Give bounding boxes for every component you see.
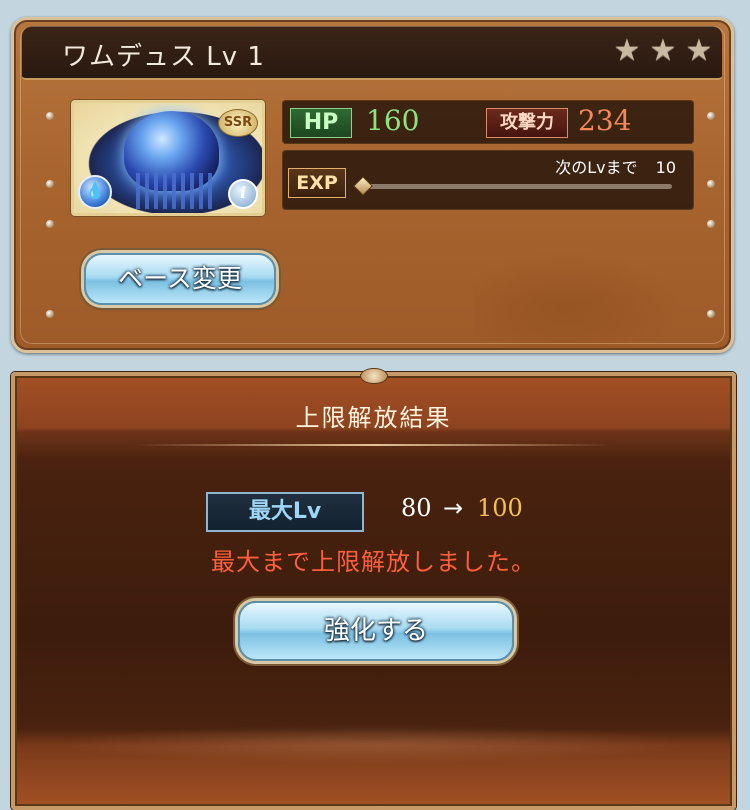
limit-break-result-panel: 上限解放結果 最大Lv 80 → 100 最大まで上限解放しました。: [11, 368, 736, 810]
hp-attack-panel: HP 160 攻撃力 234: [282, 100, 694, 144]
character-portrait[interactable]: SSR 💧 i: [71, 100, 265, 216]
rarity-stars: ★ ★ ★: [612, 36, 714, 66]
background-ornament: [474, 240, 704, 350]
ssr-rarity-badge: SSR: [218, 109, 258, 137]
panel-ornament: [360, 368, 388, 384]
rivet-decoration: [707, 180, 715, 188]
max-level-label: 最大Lv: [206, 492, 364, 532]
exp-progress-bar: [353, 176, 672, 196]
rivet-decoration: [46, 310, 54, 318]
attack-value: 234: [578, 104, 632, 137]
character-card: ワムデュス Lv 1 ★ ★ ★ SSR 💧 i HP 160 攻撃力 234 …: [11, 17, 734, 353]
rivet-decoration: [46, 112, 54, 120]
star-icon: ★: [685, 33, 713, 68]
rivet-decoration: [707, 220, 715, 228]
next-level-info: 次のLvまで 10: [555, 154, 676, 178]
max-level-after: 100: [477, 494, 523, 522]
hp-label: HP: [290, 108, 352, 138]
enhance-button[interactable]: 強化する: [238, 601, 514, 661]
exp-label: EXP: [288, 168, 346, 198]
max-level-before: 80: [401, 494, 432, 522]
rivet-decoration: [46, 180, 54, 188]
next-level-label: 次のLvまで: [555, 158, 638, 177]
character-name: ワムデュス Lv 1: [62, 42, 265, 72]
attack-label: 攻撃力: [486, 108, 568, 138]
exp-progress-marker: [353, 176, 373, 196]
panel-bottom-decoration: [55, 724, 692, 764]
rivet-decoration: [46, 220, 54, 228]
limit-break-message: 最大まで上限解放しました。: [211, 548, 536, 576]
exp-panel: EXP 次のLvまで 10: [282, 150, 694, 210]
next-level-value: 10: [655, 158, 676, 177]
water-element-icon: 💧: [78, 175, 112, 209]
star-icon: ★: [613, 33, 641, 68]
change-base-button[interactable]: ベース変更: [84, 253, 276, 305]
info-icon[interactable]: i: [228, 179, 258, 209]
rivet-decoration: [707, 310, 715, 318]
star-icon: ★: [649, 33, 677, 68]
arrow-right-icon: →: [443, 494, 464, 522]
character-title-bar: ワムデュス Lv 1 ★ ★ ★: [22, 26, 722, 80]
title-divider: [135, 444, 612, 446]
rivet-decoration: [707, 112, 715, 120]
jellyfish-tentacles: [136, 173, 216, 209]
hp-value: 160: [366, 104, 420, 137]
result-title: 上限解放結果: [295, 404, 452, 432]
